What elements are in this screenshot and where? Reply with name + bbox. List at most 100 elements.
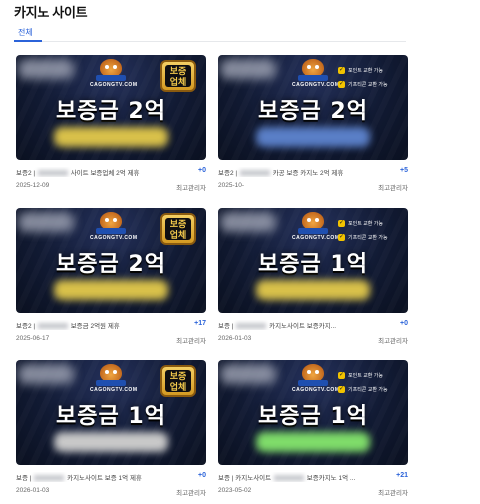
thumbnail-headline: 보증금 1억 (56, 404, 166, 429)
post-thumbnail[interactable]: CAGONGTV.COM 보증 업체 보증금 2억 (16, 208, 206, 313)
check-label: 기프티콘 교환 가능 (348, 81, 388, 88)
check-icon: ✓ (338, 371, 345, 379)
comment-count: +21 (396, 472, 408, 479)
blurred-text (236, 323, 267, 330)
thumbnail-headline: 보증금 2억 (258, 99, 368, 124)
post-thumbnail[interactable]: CAGONGTV.COM 보증 업체 보증금 1억 (16, 360, 206, 465)
blurred-site-name (256, 127, 370, 147)
post-title-row: 보증 | 카지노사이트 보증카지... +0 (218, 320, 408, 332)
post-category: 보증 | 카지노사이트 (218, 475, 272, 482)
post-thumbnail[interactable]: CAGONGTV.COM ✓ 포인트 교환 가능 ✓ 기프티콘 교환 가능 보증… (218, 360, 408, 465)
post-author[interactable]: 최고관리자 (176, 335, 206, 345)
page-title: 카지노 사이트 (14, 5, 88, 20)
post-card[interactable]: CAGONGTV.COM 보증 업체 보증금 1억 보증 | 카지노사이트 보증… (16, 360, 206, 500)
post-category: 보증 | (16, 475, 32, 482)
site-watermark: CAGONGTV.COM (90, 82, 138, 88)
post-title-text: 카공 보증 카지노 2억 제휴 (272, 170, 344, 177)
check-item: ✓ 포인트 교환 가능 (338, 216, 402, 230)
tab-bar: 전체 (14, 24, 406, 42)
post-date: 2026-01-03 (16, 487, 50, 494)
check-label: 포인트 교환 가능 (348, 372, 383, 379)
post-title-text: 보증카지노 1억 ... (306, 475, 356, 482)
check-item: ✓ 기프티콘 교환 가능 (338, 77, 402, 91)
post-meta-row: 2026-01-03 최고관리자 (16, 487, 206, 497)
post-title[interactable]: 보증2 | 보증금 2억원 제휴 (16, 320, 186, 330)
blurred-logo (18, 59, 74, 79)
post-title[interactable]: 보증2 | 카공 보증 카지노 2억 제휴 (218, 167, 388, 177)
post-title-row: 보증2 | 카공 보증 카지노 2억 제휴 +5 (218, 167, 408, 179)
comment-count: +0 (400, 320, 408, 327)
check-label: 기프티콘 교환 가능 (348, 386, 388, 393)
tiger-mascot-icon (298, 364, 328, 386)
guarantee-badge: 보증 업체 (160, 60, 196, 92)
check-label: 기프티콘 교환 가능 (348, 234, 388, 241)
post-meta-row: 2025-06-17 최고관리자 (16, 335, 206, 345)
post-date: 2023-05-02 (218, 487, 252, 494)
post-author[interactable]: 최고관리자 (176, 182, 206, 192)
post-author[interactable]: 최고관리자 (378, 182, 408, 192)
post-author[interactable]: 최고관리자 (176, 487, 206, 497)
post-meta-row: 2026-01-03 최고관리자 (218, 335, 408, 345)
site-watermark: CAGONGTV.COM (292, 387, 340, 393)
blurred-site-name (54, 432, 168, 452)
comment-count: +17 (194, 320, 206, 327)
tiger-mascot-icon (96, 212, 126, 234)
post-meta-row: 2023-05-02 최고관리자 (218, 487, 408, 497)
tab-active-underline (14, 40, 42, 42)
post-title[interactable]: 보증 | 카지노사이트 보증 1억 제휴 (16, 472, 186, 482)
post-card[interactable]: CAGONGTV.COM 보증 업체 보증금 2억 보증2 | 사이트 보증업체… (16, 55, 206, 195)
post-category: 보증2 | (16, 170, 36, 177)
check-icon: ✓ (338, 66, 345, 74)
post-card[interactable]: CAGONGTV.COM ✓ 포인트 교환 가능 ✓ 기프티콘 교환 가능 보증… (218, 360, 408, 500)
post-category: 보증2 | (218, 170, 238, 177)
post-date: 2025-12-09 (16, 182, 50, 189)
check-item: ✓ 포인트 교환 가능 (338, 63, 402, 77)
comment-count: +5 (400, 167, 408, 174)
blurred-text (37, 323, 68, 330)
post-category: 보증 | (218, 323, 234, 330)
post-title-text: 사이트 보증업체 2억 제휴 (70, 170, 140, 177)
site-watermark: CAGONGTV.COM (292, 82, 340, 88)
post-author[interactable]: 최고관리자 (378, 487, 408, 497)
guarantee-badge: 보증 업체 (160, 365, 196, 397)
blurred-logo (220, 364, 276, 384)
check-item: ✓ 기프티콘 교환 가능 (338, 382, 402, 396)
post-category: 보증2 | (16, 323, 36, 330)
blurred-site-name (256, 432, 370, 452)
check-icon: ✓ (338, 80, 345, 88)
site-watermark: CAGONGTV.COM (90, 387, 138, 393)
badge-text: 보증 업체 (165, 65, 191, 87)
post-title[interactable]: 보증 | 카지노사이트 보증카지노 1억 ... (218, 472, 388, 482)
blurred-text (34, 475, 65, 482)
tiger-mascot-icon (96, 364, 126, 386)
tiger-mascot-icon (298, 212, 328, 234)
check-label: 포인트 교환 가능 (348, 220, 383, 227)
feature-checklist: ✓ 포인트 교환 가능 ✓ 기프티콘 교환 가능 (338, 63, 402, 91)
post-date: 2025-06-17 (16, 335, 50, 342)
blurred-logo (220, 212, 276, 232)
thumbnail-headline: 보증금 1억 (258, 252, 368, 277)
tiger-mascot-icon (96, 59, 126, 81)
post-title-text: 카지노사이트 보증 1억 제휴 (67, 475, 142, 482)
post-card[interactable]: CAGONGTV.COM ✓ 포인트 교환 가능 ✓ 기프티콘 교환 가능 보증… (218, 208, 408, 348)
tab-all[interactable]: 전체 (18, 27, 33, 38)
post-title-row: 보증 | 카지노사이트 보증 1억 제휴 +0 (16, 472, 206, 484)
thumbnail-headline: 보증금 2억 (56, 99, 166, 124)
post-thumbnail[interactable]: CAGONGTV.COM 보증 업체 보증금 2억 (16, 55, 206, 160)
comment-count: +0 (198, 167, 206, 174)
post-title-row: 보증 | 카지노사이트 보증카지노 1억 ... +21 (218, 472, 408, 484)
post-title[interactable]: 보증 | 카지노사이트 보증카지... (218, 320, 388, 330)
feature-checklist: ✓ 포인트 교환 가능 ✓ 기프티콘 교환 가능 (338, 368, 402, 396)
post-card[interactable]: CAGONGTV.COM 보증 업체 보증금 2억 보증2 | 보증금 2억원 … (16, 208, 206, 348)
post-thumbnail[interactable]: CAGONGTV.COM ✓ 포인트 교환 가능 ✓ 기프티콘 교환 가능 보증… (218, 208, 408, 313)
tiger-mascot-icon (298, 59, 328, 81)
post-author[interactable]: 최고관리자 (378, 335, 408, 345)
post-card[interactable]: CAGONGTV.COM ✓ 포인트 교환 가능 ✓ 기프티콘 교환 가능 보증… (218, 55, 408, 195)
post-thumbnail[interactable]: CAGONGTV.COM ✓ 포인트 교환 가능 ✓ 기프티콘 교환 가능 보증… (218, 55, 408, 160)
post-title[interactable]: 보증2 | 사이트 보증업체 2억 제휴 (16, 167, 186, 177)
badge-text: 보증 업체 (165, 218, 191, 240)
blurred-text (37, 170, 68, 177)
site-watermark: CAGONGTV.COM (292, 235, 340, 241)
post-meta-row: 2025-12-09 최고관리자 (16, 182, 206, 192)
post-date: 2025-10- (218, 182, 245, 189)
